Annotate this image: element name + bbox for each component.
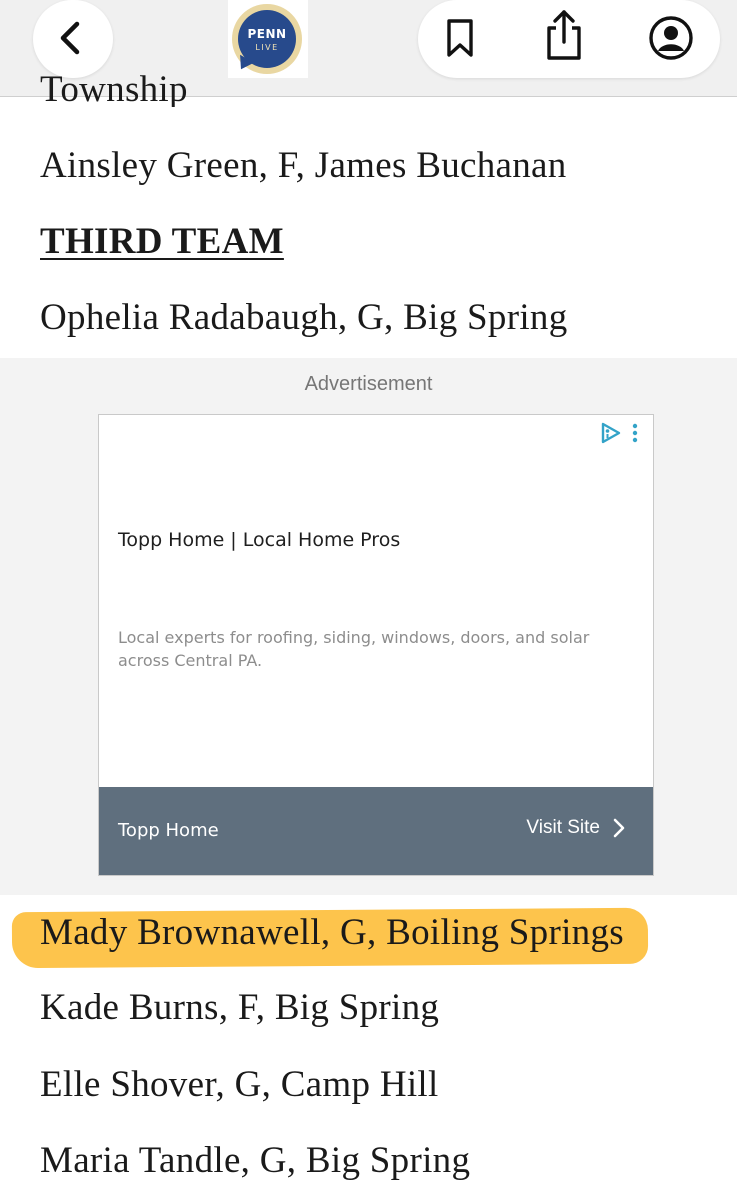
article-line-clipped: Township [40, 69, 188, 107]
toolbar-actions [418, 0, 720, 78]
article-line: Maria Tandle, G, Big Spring [40, 1140, 471, 1181]
highlighted-article-line: Mady Brownawell, G, Boiling Springs [40, 912, 624, 953]
ad-title[interactable]: Topp Home | Local Home Pros [118, 529, 400, 551]
chevron-left-icon [60, 21, 80, 55]
bookmark-icon[interactable] [444, 18, 476, 58]
ad-description: Local experts for roofing, siding, windo… [118, 628, 590, 670]
user-circle-icon[interactable] [648, 15, 694, 61]
section-heading: THIRD TEAM [40, 221, 284, 262]
article-line: Ainsley Green, F, James Buchanan [40, 145, 567, 186]
logo-text-bottom: LIVE [255, 43, 279, 52]
visit-site-label: Visit Site [526, 817, 600, 838]
article-line: Ophelia Radabaugh, G, Big Spring [40, 297, 568, 338]
ad-card[interactable]: Topp Home | Local Home Pros Local expert… [98, 414, 654, 876]
article-line: Kade Burns, F, Big Spring [40, 987, 440, 1028]
adchoices-icon[interactable] [599, 420, 643, 446]
share-icon[interactable] [542, 8, 586, 62]
ad-label: Advertisement [304, 373, 433, 395]
visit-site-button[interactable]: Visit Site [526, 817, 626, 839]
site-logo[interactable]: PENN LIVE [228, 0, 308, 78]
article-line: Elle Shover, G, Camp Hill [40, 1064, 439, 1105]
logo-text-top: PENN [247, 27, 287, 41]
ad-brand: Topp Home [118, 820, 219, 841]
ad-section: Advertisement Topp Home | Local Home Pro… [0, 358, 737, 895]
chevron-right-icon [613, 818, 625, 838]
ad-footer[interactable]: Topp Home Visit Site [99, 787, 653, 875]
